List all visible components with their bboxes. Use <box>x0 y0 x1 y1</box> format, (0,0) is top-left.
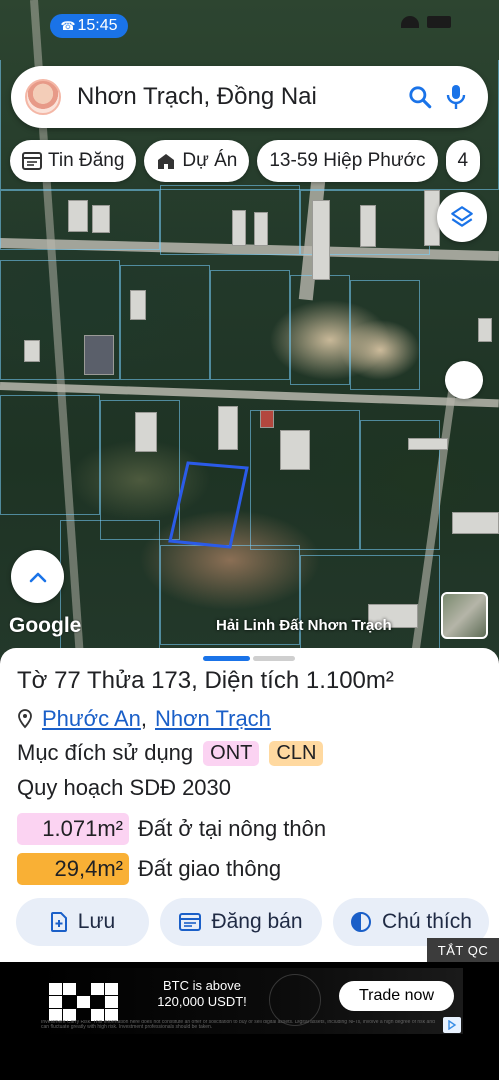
status-time: ☎ 15:45 <box>50 14 128 38</box>
purpose-label: Mục đích sử dụng <box>17 740 194 765</box>
area-value: 29,4m² <box>17 853 129 885</box>
ad-banner[interactable]: BTC is above 120,000 USDT! Trade now Inv… <box>37 968 463 1034</box>
battery-icon <box>427 16 451 28</box>
area-label: Đất giao thông <box>138 856 282 881</box>
search-bar[interactable]: Nhơn Trạch, Đồng Nai <box>11 66 488 128</box>
map-label: Hải Linh Đất Nhơn Trạch <box>216 617 392 634</box>
area-row-road: 29,4m² Đất giao thông <box>17 853 281 885</box>
post-for-sale-button[interactable]: Đăng bán <box>160 898 322 946</box>
wifi-icon <box>401 16 419 28</box>
area-value: 1.071m² <box>17 813 129 845</box>
microphone-icon[interactable] <box>438 79 474 115</box>
search-icon[interactable] <box>402 79 438 115</box>
chip-label: Dự Án <box>182 150 238 171</box>
sheet-handle[interactable] <box>253 656 295 661</box>
legend-label: Chú thích <box>382 910 472 933</box>
tag-ont: ONT <box>203 740 260 766</box>
hide-ad-button[interactable]: TẮT QC <box>427 938 499 962</box>
chip-hiep-phuoc[interactable]: 13-59 Hiệp Phước <box>257 140 438 182</box>
ad-cta-button[interactable]: Trade now <box>339 981 454 1011</box>
project-icon <box>158 154 175 169</box>
chip-label: 13-59 Hiệp Phước <box>269 150 426 171</box>
parcel-title: Tờ 77 Thửa 173, Diện tích 1.100m² <box>17 667 394 694</box>
chip-more[interactable]: 4 <box>445 140 481 182</box>
chip-label: Tin Đăng <box>48 150 125 171</box>
save-label: Lưu <box>77 910 116 933</box>
ad-disclaimer: Investment Carry Risk. This information … <box>41 1020 435 1030</box>
location-pin-icon <box>18 709 32 729</box>
save-icon <box>50 912 67 932</box>
status-time-text: 15:45 <box>77 17 118 34</box>
layers-icon <box>451 206 473 227</box>
ad-headline: BTC is above 120,000 USDT! <box>157 978 247 1009</box>
bitcoin-coin-icon <box>269 974 321 1026</box>
avatar[interactable] <box>25 79 61 115</box>
post-label: Đăng bán <box>211 910 303 933</box>
chevron-up-icon <box>29 572 46 582</box>
area-row-ont: 1.071m² Đất ở tại nông thôn <box>17 813 326 845</box>
adchoices-icon[interactable] <box>443 1017 461 1033</box>
filter-chips: Tin Đăng Dự Án 13-59 Hiệp Phước 4 <box>10 140 481 182</box>
save-button[interactable]: Lưu <box>16 898 149 946</box>
tag-cln: CLN <box>269 740 324 766</box>
area-label: Đất ở tại nông thôn <box>138 816 327 841</box>
status-icons <box>401 16 451 28</box>
google-attribution: Google <box>9 614 82 637</box>
expand-button[interactable] <box>11 550 64 603</box>
ward-link[interactable]: Phước An <box>42 706 141 732</box>
search-input[interactable]: Nhơn Trạch, Đồng Nai <box>77 83 402 111</box>
map-control-button[interactable] <box>445 361 483 399</box>
location-separator: , <box>140 706 147 731</box>
parcel-location: Phước An , Nhơn Trạch <box>17 706 271 732</box>
sheet-handle-active[interactable] <box>203 656 250 661</box>
chip-du-an[interactable]: Dự Án <box>144 140 250 182</box>
land-plan-label: Quy hoạch SDĐ 2030 <box>17 775 232 800</box>
contrast-icon <box>351 912 372 932</box>
land-use-purpose: Mục đích sử dụng ONT CLN <box>17 740 324 766</box>
okx-logo <box>49 983 118 1021</box>
minimap-thumbnail[interactable] <box>441 592 488 639</box>
chip-tin-dang[interactable]: Tin Đăng <box>10 140 137 182</box>
district-link[interactable]: Nhơn Trạch <box>155 706 271 732</box>
chip-label: 4 <box>457 150 469 171</box>
listing-icon <box>22 152 42 170</box>
action-buttons: Lưu Đăng bán Chú thích <box>16 898 489 946</box>
phone-icon: ☎ <box>60 19 76 33</box>
layers-button[interactable] <box>437 192 487 242</box>
listing-icon <box>179 913 202 931</box>
